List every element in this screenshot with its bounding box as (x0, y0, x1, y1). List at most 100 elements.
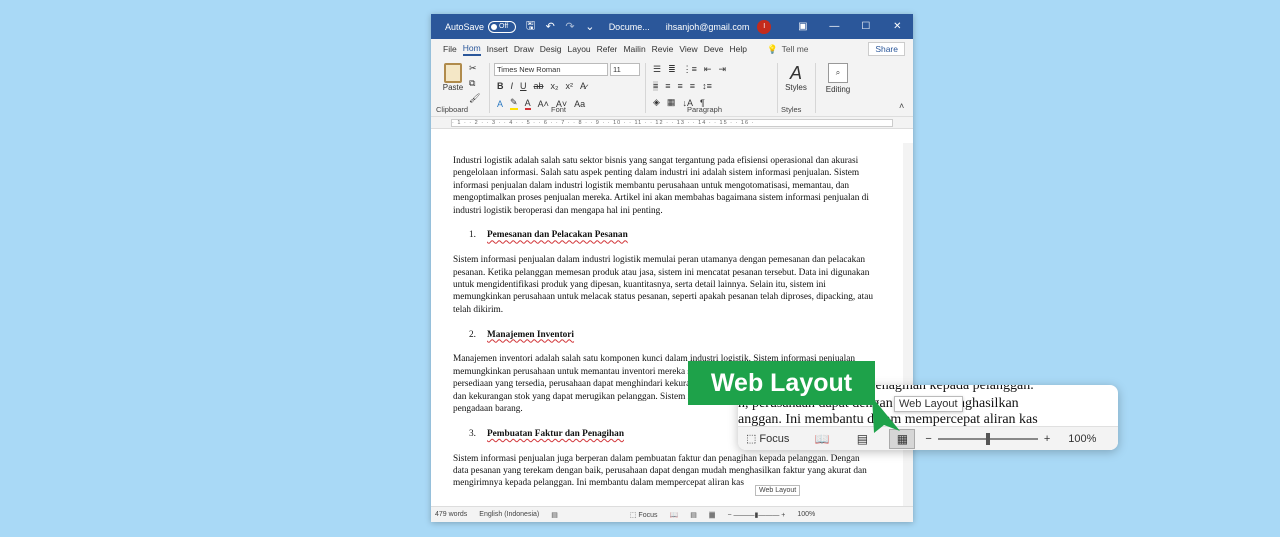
line-spacing-icon[interactable]: ↕≡ (702, 81, 712, 91)
font-size-select[interactable]: 11 (610, 63, 640, 76)
tab-help[interactable]: Help (730, 44, 747, 54)
tell-me-label: Tell me (781, 44, 809, 54)
heading-text: Pemesanan dan Pelacakan Pesanan (487, 230, 628, 241)
minimize-icon[interactable]: — (819, 21, 850, 32)
close-icon[interactable]: ✕ (882, 21, 913, 32)
language[interactable]: English (Indonesia) (479, 511, 539, 518)
tab-developer[interactable]: Deve (704, 44, 724, 54)
numbering-icon[interactable]: ≣ (668, 64, 676, 75)
bold-icon[interactable]: B (497, 81, 504, 91)
decrease-indent-icon[interactable]: ⇤ (704, 64, 712, 75)
list-number: 1. (469, 230, 476, 241)
tab-draw[interactable]: Draw (514, 44, 534, 54)
shading-icon[interactable]: ◈ (653, 97, 660, 108)
heading-text: Manajemen Inventori (487, 329, 575, 340)
document-page[interactable]: Industri logistik adalah salah satu sekt… (431, 143, 913, 506)
tab-layout[interactable]: Layou (568, 44, 591, 54)
change-case-icon[interactable]: Aa (574, 99, 585, 109)
paste-button[interactable]: Paste (439, 63, 467, 92)
save-icon[interactable]: 🖫 (524, 20, 538, 34)
strikethrough-icon[interactable]: ab (534, 81, 544, 91)
vertical-scrollbar[interactable] (903, 143, 913, 506)
align-center-icon[interactable]: ≡ (665, 81, 670, 91)
tab-design[interactable]: Desig (540, 44, 562, 54)
font-format-row-2: A ✎ A A˄ A˅ Aa (497, 97, 585, 110)
zoom-level[interactable]: 100% (1068, 433, 1096, 445)
paragraph[interactable]: Sistem informasi penjualan juga berperan… (453, 453, 877, 490)
cut-icon[interactable]: ✂ (469, 63, 480, 74)
tab-file[interactable]: File (443, 44, 457, 54)
font-color-icon[interactable]: A (524, 98, 531, 110)
tab-references[interactable]: Refer (597, 44, 618, 54)
ribbon-display-options-icon[interactable]: ▣ (787, 21, 818, 32)
font-name-select[interactable]: Times New Roman (494, 63, 608, 76)
zoom-slider[interactable]: − + (925, 432, 1050, 445)
redo-icon[interactable]: ↷ (563, 20, 577, 34)
ruler: · 1 · · 2 · · 3 · · 4 · · 5 · · 6 · · 7 … (431, 117, 913, 129)
focus-button[interactable]: ⬚ Focus (630, 511, 658, 519)
ruler-scale: · 1 · · 2 · · 3 · · 4 · · 5 · · 6 · · 7 … (451, 119, 893, 127)
zoom-in-icon[interactable]: + (1044, 433, 1050, 445)
format-painter-icon[interactable]: 🖌 (469, 93, 480, 104)
styles-button[interactable]: A Styles (784, 63, 808, 92)
subscript-icon[interactable]: x₂ (551, 81, 559, 91)
tab-review[interactable]: Revie (652, 44, 674, 54)
paragraph[interactable]: Sistem informasi penjualan dalam industr… (453, 254, 877, 316)
align-left-icon[interactable]: ≡ (653, 81, 659, 91)
paragraph[interactable]: Industri logistik adalah salah satu sekt… (453, 155, 877, 217)
editing-button[interactable]: ⌕ Editing (821, 63, 855, 94)
autosave-toggle[interactable]: Off (488, 20, 516, 33)
avatar[interactable]: I (757, 19, 772, 34)
increase-indent-icon[interactable]: ⇥ (718, 64, 726, 75)
heading-2[interactable]: 2. Manajemen Inventori (453, 329, 877, 341)
web-layout-icon[interactable]: ▦ (708, 510, 716, 519)
share-button[interactable]: Share (868, 42, 905, 56)
styles-icon: A (789, 63, 802, 83)
text-effects-icon[interactable]: A (497, 99, 503, 109)
clear-formatting-icon[interactable]: A̷ (580, 81, 586, 91)
align-right-icon[interactable]: ≡ (678, 81, 683, 91)
undo-icon[interactable]: ↶ (543, 20, 557, 34)
tab-view[interactable]: View (679, 44, 697, 54)
zoom-level[interactable]: 100% (797, 511, 815, 518)
justify-icon[interactable]: ≡ (690, 81, 695, 91)
copy-icon[interactable]: ⧉ (469, 78, 480, 89)
list-number: 3. (469, 428, 476, 439)
tab-insert[interactable]: Insert (487, 44, 508, 54)
zoom-slider[interactable]: − ———▮——— + (727, 511, 785, 519)
borders-icon[interactable]: ▦ (667, 97, 676, 108)
document-title[interactable]: Docume... (609, 22, 650, 32)
grow-font-icon[interactable]: A˄ (538, 99, 549, 109)
autosave-state: Off (499, 23, 509, 30)
multilevel-list-icon[interactable]: ⋮≡ (683, 64, 697, 75)
collapse-ribbon-icon[interactable]: ˄ (899, 101, 904, 111)
italic-icon[interactable]: I (511, 81, 514, 91)
highlight-color-icon[interactable]: ✎ (510, 97, 518, 110)
zoom-track[interactable] (937, 432, 1038, 445)
callout-arrow-icon (872, 397, 900, 433)
customize-quick-access-icon[interactable]: ⌄ (583, 20, 597, 34)
accessibility-icon[interactable]: ▤ (551, 511, 558, 519)
tab-home[interactable]: Hom (462, 43, 481, 56)
superscript-icon[interactable]: x² (566, 81, 574, 91)
account-email[interactable]: ihsanjoh@gmail.com (666, 22, 750, 32)
bullets-icon[interactable]: ☰ (653, 64, 661, 75)
heading-1[interactable]: 1. Pemesanan dan Pelacakan Pesanan (453, 229, 877, 241)
focus-icon: ⬚ (746, 433, 757, 445)
divider (489, 63, 490, 113)
magnifier-icon: ⌕ (828, 63, 848, 83)
paragraph-row-1: ☰ ≣ ⋮≡ ⇤ ⇥ (653, 64, 726, 75)
zoom-out-icon[interactable]: − (925, 433, 931, 445)
word-count[interactable]: 479 words (435, 511, 467, 518)
tell-me-search[interactable]: 💡 Tell me (767, 44, 809, 55)
tab-mailings[interactable]: Mailin (623, 44, 645, 54)
zoom-thumb[interactable] (985, 432, 990, 445)
maximize-icon[interactable]: ☐ (850, 21, 881, 32)
zoomed-status-bar: ⬚ Focus 📖 ▤ ▦ − + 100% (738, 426, 1118, 450)
document-body[interactable]: Industri logistik adalah salah satu sekt… (453, 155, 877, 502)
read-mode-icon[interactable]: 📖 (809, 429, 835, 449)
focus-button[interactable]: ⬚ Focus (746, 432, 789, 446)
read-mode-icon[interactable]: 📖 (669, 511, 678, 519)
underline-icon[interactable]: U (520, 81, 527, 91)
print-layout-icon[interactable]: ▤ (690, 511, 697, 519)
